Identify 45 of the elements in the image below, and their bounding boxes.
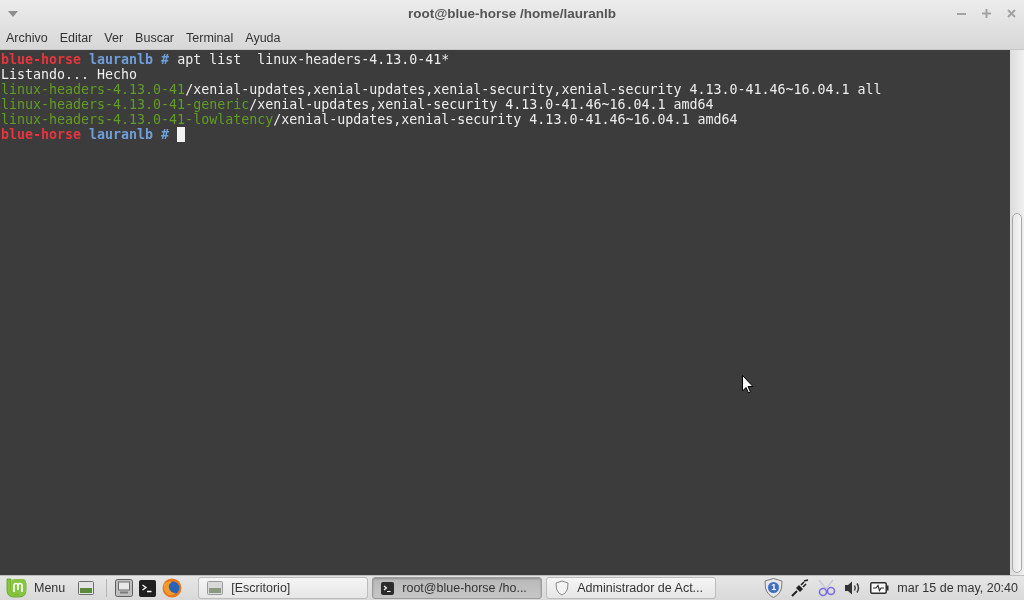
- taskbar-window-button[interactable]: [Escritorio]: [198, 577, 369, 599]
- scissors-icon: [817, 579, 837, 597]
- computer-icon: [115, 579, 134, 597]
- tray-app-button[interactable]: [817, 579, 837, 597]
- close-icon: [1007, 9, 1016, 18]
- launcher-button[interactable]: [139, 579, 157, 597]
- menu-item[interactable]: Buscar: [131, 29, 178, 47]
- battery-icon: [870, 582, 890, 594]
- logo-icon: [6, 578, 27, 598]
- terminal-line: linux-headers-4.13.0-41-lowlatency/xenial-updates,xenial-security 4.13.0-41.46~16.04.1 amd64: [1, 112, 738, 127]
- terminal-line: linux-headers-4.13.0-41/xenial-updates,xenial-updates,xenial-security,xenial-security 4.13.0-41.46~16.04.1 all: [1, 82, 882, 97]
- mouse-pointer-icon: [742, 375, 754, 394]
- desktop-icon: [78, 581, 95, 595]
- menu-item[interactable]: Terminal: [182, 29, 238, 47]
- taskbar-window-button[interactable]: root@blue-horse /ho...: [372, 577, 543, 599]
- window-icon: [207, 581, 224, 595]
- show-desktop-button[interactable]: [78, 581, 95, 595]
- scrollbar-thumb[interactable]: [1012, 213, 1022, 573]
- globe-icon: [162, 578, 183, 598]
- menu-item[interactable]: Archivo: [2, 29, 52, 47]
- taskbar-window-button[interactable]: Administrador de Act...: [546, 577, 717, 599]
- plus-icon: [982, 9, 991, 18]
- scrollbar-track[interactable]: [1010, 50, 1024, 575]
- shield-icon: [555, 580, 570, 596]
- terminal-line: Listando... Hecho: [1, 67, 138, 82]
- terminal-line: linux-headers-4.13.0-41-generic/xenial-updates,xenial-security 4.13.0-41.46~16.04.1 amd64: [1, 97, 714, 112]
- start-menu-button[interactable]: Menu: [5, 578, 70, 598]
- terminal-line: blue-horse lauranlb #: [1, 127, 171, 142]
- plug-icon: [791, 579, 810, 597]
- clock[interactable]: mar 15 de may, 20:40: [897, 581, 1018, 595]
- terminal-icon: [139, 579, 157, 597]
- network-tray-button[interactable]: [791, 579, 810, 597]
- power-button[interactable]: [870, 582, 890, 594]
- close-button[interactable]: [1005, 7, 1018, 20]
- terminal-icon: [381, 581, 395, 595]
- menu-item[interactable]: Ver: [100, 29, 128, 47]
- menu-item[interactable]: Ayuda: [241, 29, 285, 47]
- update-manager-button[interactable]: 1: [764, 578, 784, 598]
- shield-icon: [764, 578, 784, 598]
- caret-down-icon[interactable]: [8, 10, 18, 17]
- menu-item[interactable]: Editar: [55, 29, 97, 47]
- minus-icon: [957, 12, 966, 15]
- window-title: root@blue-horse /home/lauranlb: [406, 6, 618, 21]
- maximize-button[interactable]: [980, 7, 993, 20]
- terminal-line: blue-horse lauranlb # apt list linux-headers-4.13.0-41*: [1, 52, 450, 67]
